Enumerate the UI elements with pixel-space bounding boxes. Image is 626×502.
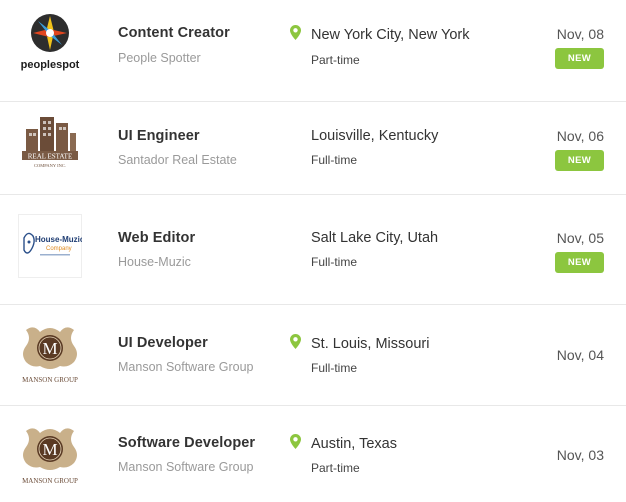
job-type: Full-time bbox=[311, 153, 358, 167]
job-location: Louisville, Kentucky bbox=[311, 128, 439, 144]
job-type: Part-time bbox=[311, 53, 360, 67]
company-name: Manson Software Group bbox=[118, 460, 254, 474]
svg-text:House-Muzic: House-Muzic bbox=[35, 235, 82, 244]
job-location: Salt Lake City, Utah bbox=[311, 230, 439, 246]
post-date: Nov, 04 bbox=[556, 347, 604, 363]
company-name: Santador Real Estate bbox=[118, 153, 237, 167]
new-badge: NEW bbox=[555, 252, 604, 273]
svg-text:M: M bbox=[42, 339, 57, 358]
job-location: Austin, Texas bbox=[311, 436, 397, 452]
company-name: People Spotter bbox=[118, 51, 201, 65]
map-pin-icon bbox=[290, 434, 301, 449]
job-row[interactable]: M MANSON GROUP UI Developer Manson Softw… bbox=[0, 305, 626, 406]
job-row[interactable]: House-Muzic Company Web Editor House-Muz… bbox=[0, 195, 626, 305]
job-type: Full-time bbox=[311, 361, 358, 375]
job-title[interactable]: Content Creator bbox=[118, 25, 230, 41]
job-row[interactable]: REAL ESTATE COMPANY INC. UI Engineer San… bbox=[0, 102, 626, 195]
map-pin-icon bbox=[290, 334, 301, 349]
post-date: Nov, 03 bbox=[556, 447, 604, 463]
job-type: Full-time bbox=[311, 255, 358, 269]
post-date: Nov, 08 bbox=[556, 26, 604, 42]
post-date: Nov, 06 bbox=[556, 128, 604, 144]
real-estate-logo: REAL ESTATE COMPANY INC. bbox=[18, 111, 82, 175]
svg-text:peoplespot: peoplespot bbox=[21, 59, 80, 71]
post-date: Nov, 05 bbox=[556, 230, 604, 246]
map-pin-icon bbox=[290, 25, 301, 40]
manson-group-logo: M MANSON GROUP bbox=[18, 322, 82, 386]
job-list: peoplespot Content Creator People Spotte… bbox=[0, 0, 626, 502]
company-name: Manson Software Group bbox=[118, 360, 254, 374]
job-title[interactable]: Web Editor bbox=[118, 230, 195, 246]
company-name: House-Muzic bbox=[118, 255, 191, 269]
house-muzic-logo: House-Muzic Company bbox=[18, 214, 82, 278]
new-badge: NEW bbox=[555, 150, 604, 171]
svg-text:COMPANY INC.: COMPANY INC. bbox=[34, 163, 66, 168]
svg-text:REAL ESTATE: REAL ESTATE bbox=[28, 153, 72, 161]
job-title[interactable]: Software Developer bbox=[118, 435, 255, 451]
svg-text:Company: Company bbox=[46, 246, 72, 252]
peoplespot-logo: peoplespot bbox=[18, 10, 82, 74]
svg-text:MANSON GROUP: MANSON GROUP bbox=[22, 477, 78, 485]
job-location: St. Louis, Missouri bbox=[311, 336, 430, 352]
job-row[interactable]: M MANSON GROUP Software Developer Manson… bbox=[0, 406, 626, 502]
job-title[interactable]: UI Developer bbox=[118, 335, 208, 351]
job-title[interactable]: UI Engineer bbox=[118, 128, 200, 144]
svg-text:MANSON GROUP: MANSON GROUP bbox=[22, 376, 78, 384]
job-row[interactable]: peoplespot Content Creator People Spotte… bbox=[0, 0, 626, 102]
new-badge: NEW bbox=[555, 48, 604, 69]
manson-group-logo: M MANSON GROUP bbox=[18, 423, 82, 487]
job-type: Part-time bbox=[311, 461, 360, 475]
svg-text:M: M bbox=[42, 440, 57, 459]
job-location: New York City, New York bbox=[311, 27, 470, 43]
